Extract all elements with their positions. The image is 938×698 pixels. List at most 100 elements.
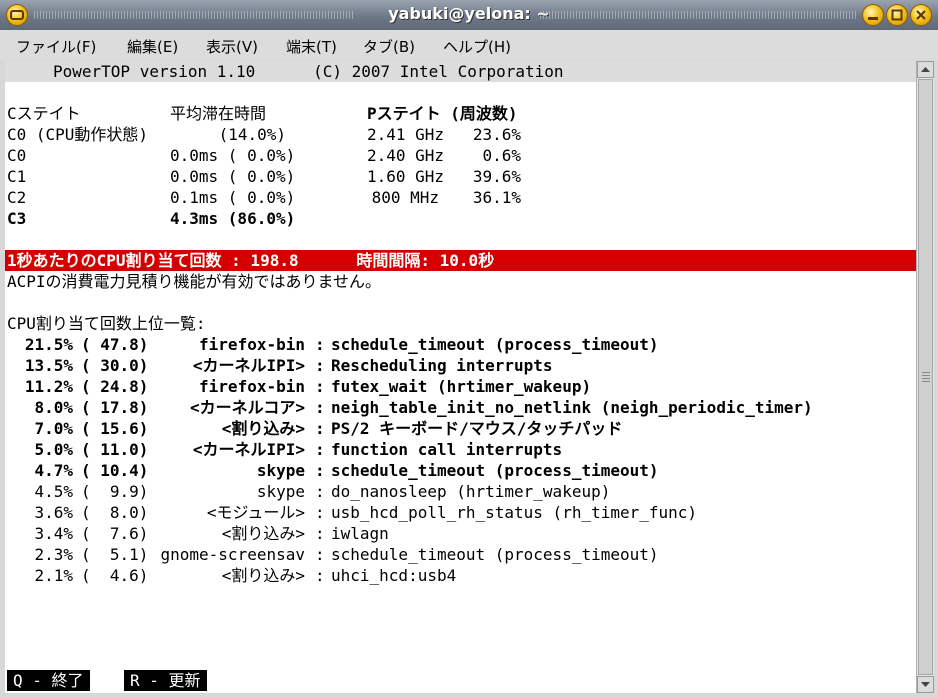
wakeup-separator: : [315,335,325,354]
refresh-key-hint[interactable]: R - 更新 [124,670,207,691]
wakeup-function: Rescheduling interrupts [331,356,553,375]
wakeup-percent: 8.0% [34,398,73,417]
cstate-name: C1 [7,167,27,186]
wakeup-separator: : [315,356,325,375]
wakeup-count: ( 11.0) [81,440,149,459]
cstate-avg: 0.0ms ( 0.0%) [170,146,296,165]
wakeup-count: ( 8.0) [81,503,149,522]
pstate-frequency: 2.41 GHz [367,125,445,144]
wakeup-separator: : [315,566,325,585]
avg-residency-header: 平均滞在時間 [170,104,267,123]
wakeup-separator: : [315,524,325,543]
wakeups-summary-text: 1秒あたりのCPU割り当て回数 : 198.8 時間間隔: 10.0秒 [7,251,495,270]
wakeup-percent: 4.7% [34,461,73,480]
wakeup-function: uhci_hcd:usb4 [331,566,457,585]
powertop-header-text: PowerTOP version 1.10 (C) 2007 Intel Cor… [53,62,564,81]
menu-tabs[interactable]: タブ(B) [363,36,415,57]
wakeup-separator: : [315,419,325,438]
wakeup-function: schedule_timeout (process_timeout) [331,335,659,354]
acpi-message: ACPIの消費電力見積り機能が有効ではありません。 [7,272,382,291]
wakeup-process: <カーネルコア> [190,398,305,417]
wakeup-count: ( 10.4) [81,461,149,480]
pstate-percent: 36.1% [472,188,521,207]
wakeup-function: do_nanosleep (hrtimer_wakeup) [331,482,611,501]
close-icon [916,10,926,20]
wakeup-percent: 5.0% [34,440,73,459]
terminal-scrollbar[interactable] [916,61,934,693]
top-wakeups-title: CPU割り当て回数上位一覧: [7,314,206,333]
wakeup-process: <割り込み> [221,419,305,438]
wakeup-function: schedule_timeout (process_timeout) [331,461,659,480]
wakeup-process: <カーネルIPI> [192,356,305,375]
scroll-thumb[interactable] [918,79,933,675]
wakeup-function: usb_hcd_poll_rh_status (rh_timer_func) [331,503,698,522]
wakeup-percent: 3.4% [34,524,73,543]
title-grip-right [540,11,858,19]
wakeup-function: schedule_timeout (process_timeout) [331,545,659,564]
cstate-avg: (14.0%) [218,125,286,144]
wakeup-process: <割り込み> [221,524,305,543]
wakeup-process: gnome-screensav [160,545,306,564]
pstate-percent: 23.6% [472,125,521,144]
menu-edit[interactable]: 編集(E) [127,36,178,57]
wakeup-process: skype [256,482,305,501]
close-button[interactable] [910,4,932,26]
wakeup-function: iwlagn [331,524,389,543]
wakeup-count: ( 15.6) [81,419,149,438]
wakeup-count: ( 4.6) [81,566,149,585]
wakeup-process: <カーネルIPI> [192,440,305,459]
wakeup-separator: : [315,440,325,459]
pstate-percent: 39.6% [472,167,521,186]
pstate-frequency: 1.60 GHz [367,167,445,186]
quit-key-hint[interactable]: Q - 終了 [7,670,90,691]
cstate-name: C0 (CPU動作状態) [7,125,149,144]
menu-file[interactable]: ファイル(F) [16,36,96,57]
wakeup-percent: 11.2% [24,377,73,396]
wakeup-separator: : [315,503,325,522]
wakeup-function: futex_wait (hrtimer_wakeup) [331,377,592,396]
cstate-column-header: Cステイト [7,104,81,123]
cstate-name: C0 [7,146,27,165]
wakeup-percent: 2.3% [34,545,73,564]
minimize-icon [868,17,878,20]
wakeup-function: neigh_table_init_no_netlink (neigh_perio… [331,398,813,417]
wakeup-process: firefox-bin [199,335,305,354]
wakeup-count: ( 7.6) [81,524,149,543]
scroll-grip-icon [922,372,930,382]
wakeup-function: PS/2 キーボード/マウス/タッチパッド [331,419,623,438]
title-bar[interactable]: yabuki@yelona: ~ [0,0,938,30]
wakeup-percent: 2.1% [34,566,73,585]
scroll-up-icon [921,67,930,72]
menu-terminal[interactable]: 端末(T) [286,36,337,57]
scroll-up-button[interactable] [917,61,934,78]
wakeup-count: ( 9.9) [81,482,149,501]
wakeup-percent: 7.0% [34,419,73,438]
pstate-percent: 0.6% [482,146,521,165]
cstate-avg: 4.3ms (86.0%) [170,209,296,228]
wakeup-function: function call interrupts [331,440,563,459]
terminal-window: yabuki@yelona: ~ ファイル(F) 編集(E) 表示(V) 端末(… [0,0,938,698]
wakeup-process: skype [256,461,305,480]
wakeup-count: ( 24.8) [81,377,149,396]
maximize-button[interactable] [886,4,908,26]
wakeup-separator: : [315,461,325,480]
menu-help[interactable]: ヘルプ(H) [443,36,511,57]
cstate-name: C3 [7,209,27,228]
wakeup-percent: 4.5% [34,482,73,501]
wakeup-count: ( 47.8) [81,335,149,354]
wakeup-process: firefox-bin [199,377,305,396]
wakeups-summary-bar: 1秒あたりのCPU割り当て回数 : 198.8 時間間隔: 10.0秒 [5,250,916,271]
terminal-area[interactable]: PowerTOP version 1.10 (C) 2007 Intel Cor… [5,61,916,693]
pstate-frequency: 2.40 GHz [367,146,445,165]
menu-view[interactable]: 表示(V) [206,36,258,57]
wakeup-percent: 13.5% [24,356,73,375]
menu-bar: ファイル(F) 編集(E) 表示(V) 端末(T) タブ(B) ヘルプ(H) [0,30,938,60]
scroll-down-icon [921,682,930,687]
minimize-button[interactable] [862,4,884,26]
wakeup-process: <割り込み> [221,566,305,585]
maximize-icon [891,9,903,21]
scroll-down-button[interactable] [917,676,934,693]
wakeup-count: ( 30.0) [81,356,149,375]
pstate-header: Pステイト (周波数) [367,104,518,123]
wakeup-count: ( 5.1) [81,545,149,564]
